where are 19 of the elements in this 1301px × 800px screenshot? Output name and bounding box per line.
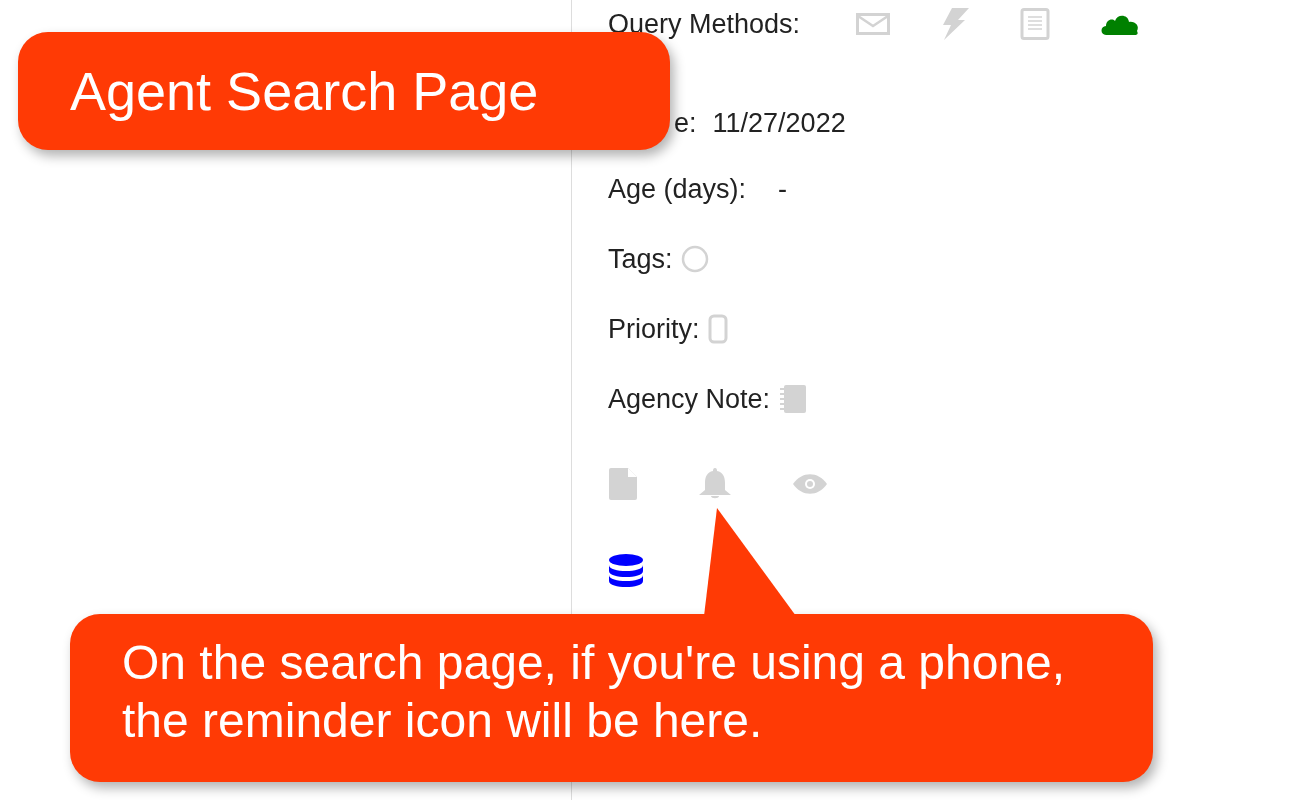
field-value: 11/27/2022: [712, 107, 846, 139]
field-label: Agency Note:: [608, 383, 771, 415]
file-icon[interactable]: [608, 468, 638, 500]
circle-icon[interactable]: [680, 245, 709, 273]
field-value: -: [778, 173, 788, 205]
document-icon[interactable]: [1020, 8, 1051, 40]
field-label: Tags:: [608, 243, 673, 275]
envelope-icon[interactable]: [856, 13, 891, 35]
field-label: Priority:: [608, 313, 700, 345]
cloud-icon[interactable]: [1100, 13, 1141, 35]
database-icon[interactable]: [608, 554, 644, 588]
notebook-icon[interactable]: [778, 384, 809, 414]
bell-icon[interactable]: [698, 468, 732, 500]
field-label: e:: [674, 107, 697, 139]
phone-icon[interactable]: [707, 314, 728, 344]
eye-icon[interactable]: [792, 474, 828, 494]
callout-text: On the search page, if you're using a phone, the reminder icon will be here.: [122, 635, 1067, 749]
field-label: Age (days):: [608, 173, 747, 205]
lightning-icon[interactable]: [940, 8, 971, 40]
